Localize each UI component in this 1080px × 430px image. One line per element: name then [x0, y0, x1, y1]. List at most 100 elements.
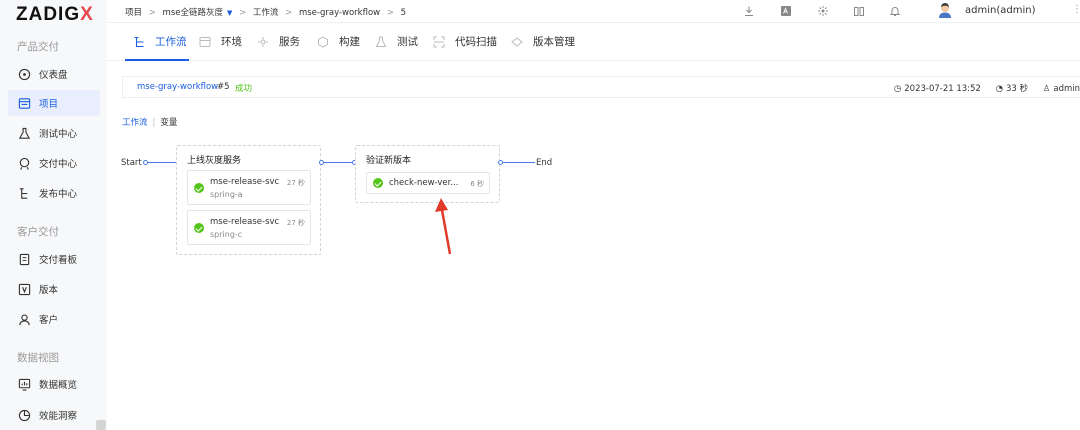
clock-icon: ◷: [893, 84, 902, 94]
job-card[interactable]: check-new-ver... 6 秒: [366, 172, 490, 194]
customer-icon: [19, 313, 30, 325]
sidebar-item-label: 交付看板: [39, 255, 78, 266]
sidebar-item-release-center[interactable]: 发布中心: [8, 180, 100, 206]
project-icon: [18, 97, 31, 109]
breadcrumb: 项目 > mse全链路灰度 ▼ > 工作流 > mse-gray-workflow…: [125, 6, 410, 18]
sidebar-item-label: 数据概览: [39, 380, 78, 391]
sidebar-item-test-center[interactable]: 测试中心: [8, 120, 100, 146]
stage-title: 上线灰度服务: [187, 156, 242, 166]
breadcrumb-project[interactable]: 项目: [125, 8, 142, 18]
test-icon: [375, 36, 387, 47]
sidebar-item-label: 测试中心: [39, 129, 78, 140]
sidebar-item-delivery-board[interactable]: 交付看板: [8, 246, 100, 272]
user-name[interactable]: admin(admin): [965, 5, 1035, 16]
tab-test[interactable]: 测试: [375, 34, 418, 49]
board-icon: [19, 253, 30, 265]
breadcrumb-workflow-name[interactable]: mse-gray-workflow: [299, 8, 380, 18]
tab-code-scan[interactable]: 代码扫描: [433, 34, 497, 49]
sidebar-item-label: 项目: [39, 99, 59, 110]
bell-icon[interactable]: [889, 5, 901, 17]
delivery-icon: [19, 157, 30, 170]
breadcrumb-separator: >: [239, 8, 247, 18]
logo[interactable]: ZADIGX: [16, 4, 94, 26]
sidebar-section-title: 客户交付: [17, 226, 59, 238]
tab-workflow[interactable]: 工作流: [133, 34, 187, 49]
sidebar-section-title: 产品交付: [17, 41, 59, 53]
breadcrumb-separator: >: [285, 8, 293, 18]
sidebar-item-dashboard[interactable]: 仪表盘: [8, 61, 100, 87]
tab-environment[interactable]: 环境: [199, 34, 242, 49]
job-service: spring-c: [210, 230, 243, 239]
user-icon: ♙: [1042, 84, 1051, 94]
service-icon: [258, 36, 268, 47]
sidebar: ZADIGX 产品交付 仪表盘 项目 测试中心 交付中心 发布中心 客户交付 交…: [0, 0, 107, 430]
sidebar-item-data-overview[interactable]: 数据概览: [8, 371, 100, 397]
docs-icon[interactable]: [853, 5, 865, 17]
job-duration: 27 秒: [286, 179, 305, 187]
sidebar-scrollbar[interactable]: [96, 420, 106, 430]
success-icon: [373, 178, 383, 188]
translate-icon[interactable]: [780, 5, 792, 17]
tab-build[interactable]: 构建: [317, 34, 360, 49]
sidebar-item-label: 效能洞察: [39, 411, 78, 422]
flask-icon: [18, 127, 31, 139]
breadcrumb-project-name[interactable]: mse全链路灰度: [163, 8, 223, 18]
breadcrumb-task-number: 5: [400, 8, 407, 18]
success-icon: [194, 183, 204, 193]
sidebar-item-project[interactable]: 项目: [8, 90, 100, 116]
build-icon: [318, 35, 328, 48]
sidebar-item-version[interactable]: 版本: [8, 276, 100, 302]
version-icon: [18, 283, 31, 295]
connector-line: [148, 162, 177, 163]
breadcrumb-separator: >: [386, 8, 394, 18]
breadcrumb-workflow[interactable]: 工作流: [253, 8, 279, 18]
success-icon: [194, 223, 204, 233]
task-number: #5: [217, 82, 230, 92]
project-tabs: 工作流 环境 服务 构建 测试 代码扫描 版本管理: [107, 23, 1080, 61]
avatar[interactable]: [937, 2, 953, 18]
task-time: 2023-07-21 13:52: [904, 84, 981, 94]
plugin-icon[interactable]: [817, 5, 829, 17]
flow-end: End: [536, 158, 553, 168]
sidebar-item-label: 交付中心: [39, 159, 78, 170]
connector-line: [503, 162, 535, 163]
subtab-divider: |: [152, 118, 156, 128]
task-duration: 33 秒: [1006, 84, 1029, 94]
insight-icon: [18, 409, 31, 421]
stage-card: 上线灰度服务 mse-release-svc spring-a 27 秒 mse…: [176, 145, 321, 255]
scan-icon: [433, 36, 445, 47]
subtab-workflow[interactable]: 工作流: [122, 118, 148, 128]
tab-service[interactable]: 服务: [257, 34, 300, 49]
task-meta: ◷ 2023-07-21 13:52 ◔ 33 秒 ♙ admin: [882, 82, 1080, 94]
sidebar-item-label: 版本: [39, 285, 59, 296]
download-icon[interactable]: [743, 5, 755, 17]
dashboard-icon: [18, 68, 31, 80]
flow-start: Start: [121, 158, 142, 168]
tab-version-management[interactable]: 版本管理: [511, 34, 575, 49]
job-name: mse-release-svc: [210, 217, 280, 227]
version-manage-icon: [511, 36, 523, 47]
sidebar-item-insight[interactable]: 效能洞察: [8, 402, 100, 428]
subtab-variables[interactable]: 变量: [160, 118, 177, 128]
job-name: check-new-ver...: [389, 178, 459, 188]
timer-icon: ◔: [995, 84, 1003, 94]
chevron-down-icon[interactable]: ▼: [227, 9, 232, 17]
sidebar-item-label: 发布中心: [39, 189, 78, 200]
sub-tabs: 工作流 | 变量: [122, 116, 177, 128]
breadcrumb-separator: >: [148, 8, 156, 18]
job-service: spring-a: [210, 190, 243, 199]
active-tab-indicator: [125, 59, 189, 61]
stage-card: 验证新版本 check-new-ver... 6 秒: [355, 145, 500, 203]
job-card[interactable]: mse-release-svc spring-c 27 秒: [187, 210, 311, 245]
top-bar: 项目 > mse全链路灰度 ▼ > 工作流 > mse-gray-workflow…: [107, 0, 1080, 23]
workflow-link[interactable]: mse-gray-workflow: [137, 82, 218, 92]
more-menu-icon[interactable]: ⋮: [1072, 4, 1080, 15]
sidebar-item-delivery-center[interactable]: 交付中心: [8, 150, 100, 176]
job-duration: 6 秒: [470, 180, 484, 188]
sidebar-item-customer[interactable]: 客户: [8, 306, 100, 332]
red-annotation-arrow: [435, 198, 452, 255]
stage-title: 验证新版本: [366, 156, 412, 166]
job-name: mse-release-svc: [210, 177, 280, 187]
job-card[interactable]: mse-release-svc spring-a 27 秒: [187, 170, 311, 205]
status-badge: 成功: [235, 84, 253, 94]
